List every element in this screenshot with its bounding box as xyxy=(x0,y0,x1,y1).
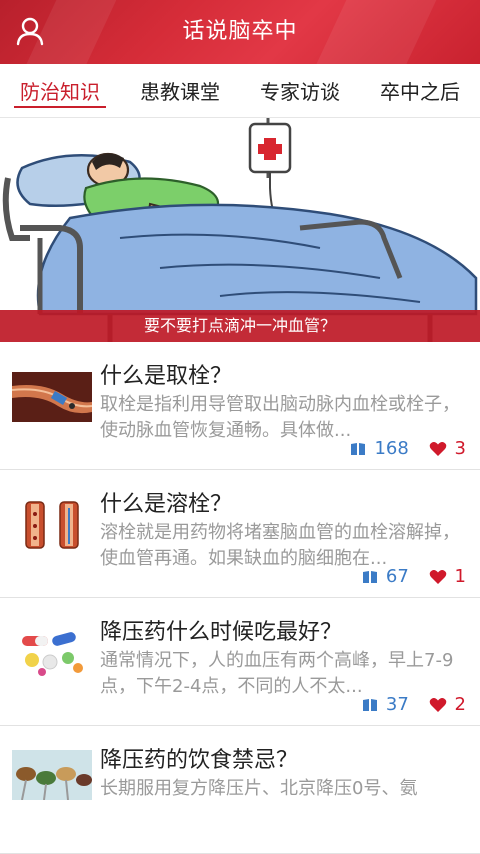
article-item[interactable]: 降压药什么时候吃最好？ 通常情况下，人的血压有两个高峰，早上7-9点，下午2-4… xyxy=(0,598,480,726)
tab-prevention[interactable]: 防治知识 xyxy=(14,64,106,118)
like-count[interactable]: 1 xyxy=(429,566,466,587)
book-icon xyxy=(362,698,377,711)
like-count-value: 2 xyxy=(454,693,466,715)
article-title: 什么是溶栓？ xyxy=(100,492,233,517)
food-spoons-image xyxy=(12,750,92,800)
hospital-bed-illustration xyxy=(2,118,478,342)
vessel-thrombectomy-image xyxy=(12,372,92,422)
tab-patient-class[interactable]: 患教课堂 xyxy=(134,64,226,118)
read-count: 67 xyxy=(362,566,409,587)
app-header: 话说脑卒中 xyxy=(0,0,480,64)
book-icon xyxy=(362,570,377,583)
page-title: 话说脑卒中 xyxy=(182,19,298,44)
article-title: 什么是取栓？ xyxy=(100,364,233,389)
like-count[interactable]: 2 xyxy=(429,694,466,715)
tab-label: 专家访谈 xyxy=(260,80,340,104)
article-title: 降压药什么时候吃最好？ xyxy=(100,620,343,645)
active-tab-indicator xyxy=(14,106,106,108)
vessel-thrombolysis-image xyxy=(12,500,92,550)
read-count-value: 168 xyxy=(374,437,409,459)
article-stats: 67 1 xyxy=(348,565,466,589)
book-icon xyxy=(351,442,366,455)
article-item[interactable]: 什么是取栓？ 取栓是指利用导管取出脑动脉内血栓或栓子，使动脉血管恢复通畅。具体做… xyxy=(0,342,480,470)
read-count: 37 xyxy=(362,694,409,715)
like-count-value: 1 xyxy=(454,565,466,587)
article-list: 什么是取栓？ 取栓是指利用导管取出脑动脉内血栓或栓子，使动脉血管恢复通畅。具体做… xyxy=(0,342,480,854)
like-count[interactable]: 3 xyxy=(429,438,466,459)
tab-bar: 防治知识 患教课堂 专家访谈 卒中之后 xyxy=(0,64,480,118)
article-stats: 37 2 xyxy=(348,693,466,717)
article-stats: 168 3 xyxy=(336,437,466,461)
tab-expert-interview[interactable]: 专家访谈 xyxy=(254,64,346,118)
article-title: 降压药的饮食禁忌？ xyxy=(100,748,299,773)
article-item[interactable]: 什么是溶栓？ 溶栓就是用药物将堵塞脑血管的血栓溶解掉，使血管再通。如果缺血的脑细… xyxy=(0,470,480,598)
like-count-value: 3 xyxy=(454,437,466,459)
banner[interactable]: 要不要打点滴冲一冲血管？ xyxy=(0,118,480,342)
read-count: 168 xyxy=(350,437,409,459)
read-count-value: 37 xyxy=(385,693,409,715)
banner-caption: 要不要打点滴冲一冲血管？ xyxy=(0,310,480,342)
heart-icon xyxy=(429,697,446,712)
heart-icon xyxy=(429,441,446,456)
tab-after-stroke[interactable]: 卒中之后 xyxy=(374,64,466,118)
pills-image xyxy=(12,628,92,678)
article-item[interactable]: 降压药的饮食禁忌？ 长期服用复方降压片、北京降压0号、氨 xyxy=(0,726,480,854)
read-count-value: 67 xyxy=(385,565,409,587)
tab-label: 防治知识 xyxy=(20,80,100,104)
tab-label: 卒中之后 xyxy=(380,80,460,104)
heart-icon xyxy=(429,569,446,584)
tab-label: 患教课堂 xyxy=(140,80,220,104)
